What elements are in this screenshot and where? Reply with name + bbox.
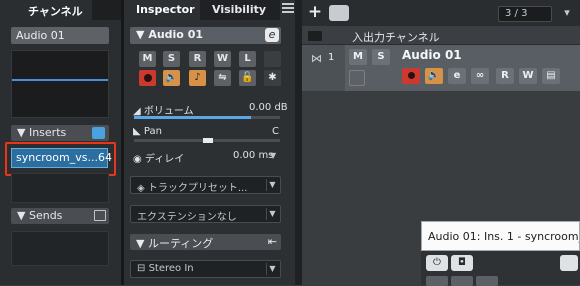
channel-name-field[interactable]: Audio 01 — [11, 27, 109, 44]
track-read-button[interactable]: R — [496, 68, 514, 84]
pan-label-row: ◣ Pan — [133, 126, 162, 137]
collapse-triangle-icon: ▼ — [136, 237, 145, 250]
track-preset-field[interactable]: ◈ トラックプリセット... ▼ — [130, 176, 281, 194]
routing-section-header[interactable]: ▼ ルーティング ⇤ — [130, 234, 281, 250]
inspector-track-header[interactable]: ▼ Audio 01 — [130, 27, 281, 44]
preset-icon: ◈ — [137, 183, 148, 194]
track-name[interactable]: Audio 01 — [402, 48, 462, 62]
collapse-triangle-icon: ▼ — [17, 126, 26, 139]
delay-icon: ◉ — [133, 154, 145, 165]
asterisk-icon: ✱ — [268, 72, 277, 83]
track-record-button[interactable] — [402, 68, 420, 84]
track-preset-label: トラックプリセット... — [147, 183, 248, 194]
freeze-icon: ⇋ — [218, 72, 227, 83]
input-icon: ⊟ — [137, 263, 149, 274]
record-icon — [143, 74, 152, 82]
collapse-triangle-icon: ▼ — [17, 209, 26, 222]
track-counter[interactable]: 3 / 3 — [498, 6, 552, 22]
delay-label: ディレイ — [144, 154, 185, 165]
power-icon[interactable]: ⏻ — [426, 255, 448, 271]
track-mute-button[interactable]: M — [349, 49, 367, 65]
folder-icon — [308, 31, 322, 41]
insert-slots-empty[interactable] — [11, 173, 109, 203]
routing-label: ルーティング — [147, 237, 214, 250]
pan-label: Pan — [143, 126, 162, 137]
track-monitor-button[interactable]: 🔈 — [425, 68, 443, 84]
extension-value: エクステンションなし — [137, 212, 237, 223]
lanes-button[interactable]: L — [239, 51, 256, 67]
highlight-box — [5, 142, 116, 176]
monitor-button[interactable]: 🔈 — [163, 70, 180, 86]
track-list-button[interactable]: ▤ — [542, 68, 560, 84]
add-track-icon[interactable] — [329, 5, 349, 21]
delay-label-row: ◉ ディレイ — [133, 150, 184, 165]
folder-track-row[interactable] — [302, 26, 580, 45]
track-write-button[interactable]: W — [519, 68, 537, 84]
track-header-left — [302, 45, 345, 91]
tab-bar-spacer — [92, 0, 121, 20]
edit-icon: e — [453, 70, 461, 81]
collapse-triangle-icon: ▼ — [136, 28, 145, 41]
plus-icon[interactable]: + — [306, 4, 324, 22]
waveform-icon: ⋈ — [311, 52, 322, 65]
track-edit-button[interactable]: e — [448, 68, 466, 84]
input-routing-dropdown[interactable]: ⊟ Stereo In ▼ — [130, 260, 281, 278]
track-select-checkbox[interactable] — [349, 70, 365, 86]
meter-level-line — [12, 79, 108, 81]
camera-icon[interactable] — [560, 255, 578, 271]
edit-channel-icon[interactable]: e — [265, 28, 279, 42]
menu-icon[interactable] — [282, 3, 294, 17]
tab-inspector[interactable]: Inspector — [124, 0, 200, 20]
solo-button[interactable]: S — [163, 51, 180, 67]
volume-value[interactable]: 0.00 dB — [249, 102, 288, 113]
chevron-down-icon[interactable]: ▾ — [560, 6, 574, 20]
write-automation-button[interactable]: W — [214, 51, 231, 67]
tab-channel[interactable]: チャンネル — [0, 0, 92, 20]
sends-label: Sends — [28, 209, 63, 222]
lock-icon: 🔓 — [241, 72, 254, 83]
inspector-track-name: Audio 01 — [148, 28, 203, 41]
volume-slider-fill — [134, 116, 251, 119]
pan-icon: ◣ — [133, 126, 144, 137]
list-icon: ▤ — [546, 70, 556, 81]
channel-meter — [11, 50, 109, 118]
tab-visibility[interactable]: Visibility — [200, 0, 280, 20]
monitor-icon: 🔈 — [427, 70, 441, 81]
inserts-label: Inserts — [28, 126, 67, 139]
link-icon: ∞ — [475, 70, 485, 81]
note-icon: ♪ — [194, 72, 201, 83]
bypass-icon[interactable]: ◘ — [451, 255, 473, 271]
track-link-button[interactable]: ∞ — [471, 68, 489, 84]
track-number: 1 — [328, 52, 335, 63]
pan-slider-handle[interactable] — [203, 138, 213, 143]
extension-dropdown[interactable]: エクステンションなし ▼ — [130, 205, 281, 223]
lock-button[interactable]: 🔓 — [239, 70, 256, 86]
routing-settings-icon[interactable]: ⇤ — [268, 235, 277, 248]
delay-spin-icon[interactable]: ▼ — [270, 151, 276, 160]
chevron-down-icon[interactable]: ▼ — [266, 263, 278, 275]
tooltip: Audio 01: Ins. 1 - syncroom_vst — [421, 221, 580, 251]
input-routing-value: Stereo In — [148, 263, 194, 274]
read-automation-button[interactable]: R — [189, 51, 206, 67]
volume-label-row: ◢ ボリューム — [133, 102, 194, 117]
wave-toggle-button[interactable] — [264, 51, 281, 67]
chevron-down-icon[interactable]: ▼ — [266, 179, 278, 191]
record-icon — [407, 72, 415, 79]
delay-value[interactable]: 0.00 ms — [233, 150, 273, 161]
folder-track-name: 入出力チャンネル — [352, 31, 440, 44]
settings-button[interactable]: ✱ — [264, 70, 281, 86]
timebase-button[interactable]: ♪ — [189, 70, 206, 86]
freeze-button[interactable]: ⇋ — [214, 70, 231, 86]
track-solo-button[interactable]: S — [372, 49, 390, 65]
panel-divider[interactable] — [295, 0, 302, 285]
monitor-icon: 🔈 — [165, 72, 178, 83]
chevron-down-icon[interactable]: ▼ — [266, 208, 278, 220]
pan-value[interactable]: C — [272, 126, 279, 137]
send-slots-empty[interactable] — [11, 231, 109, 266]
inserts-bypass-icon[interactable] — [92, 127, 105, 139]
sends-monitor-icon[interactable] — [94, 210, 106, 221]
record-enable-button[interactable] — [139, 70, 156, 86]
mute-button[interactable]: M — [139, 51, 156, 67]
